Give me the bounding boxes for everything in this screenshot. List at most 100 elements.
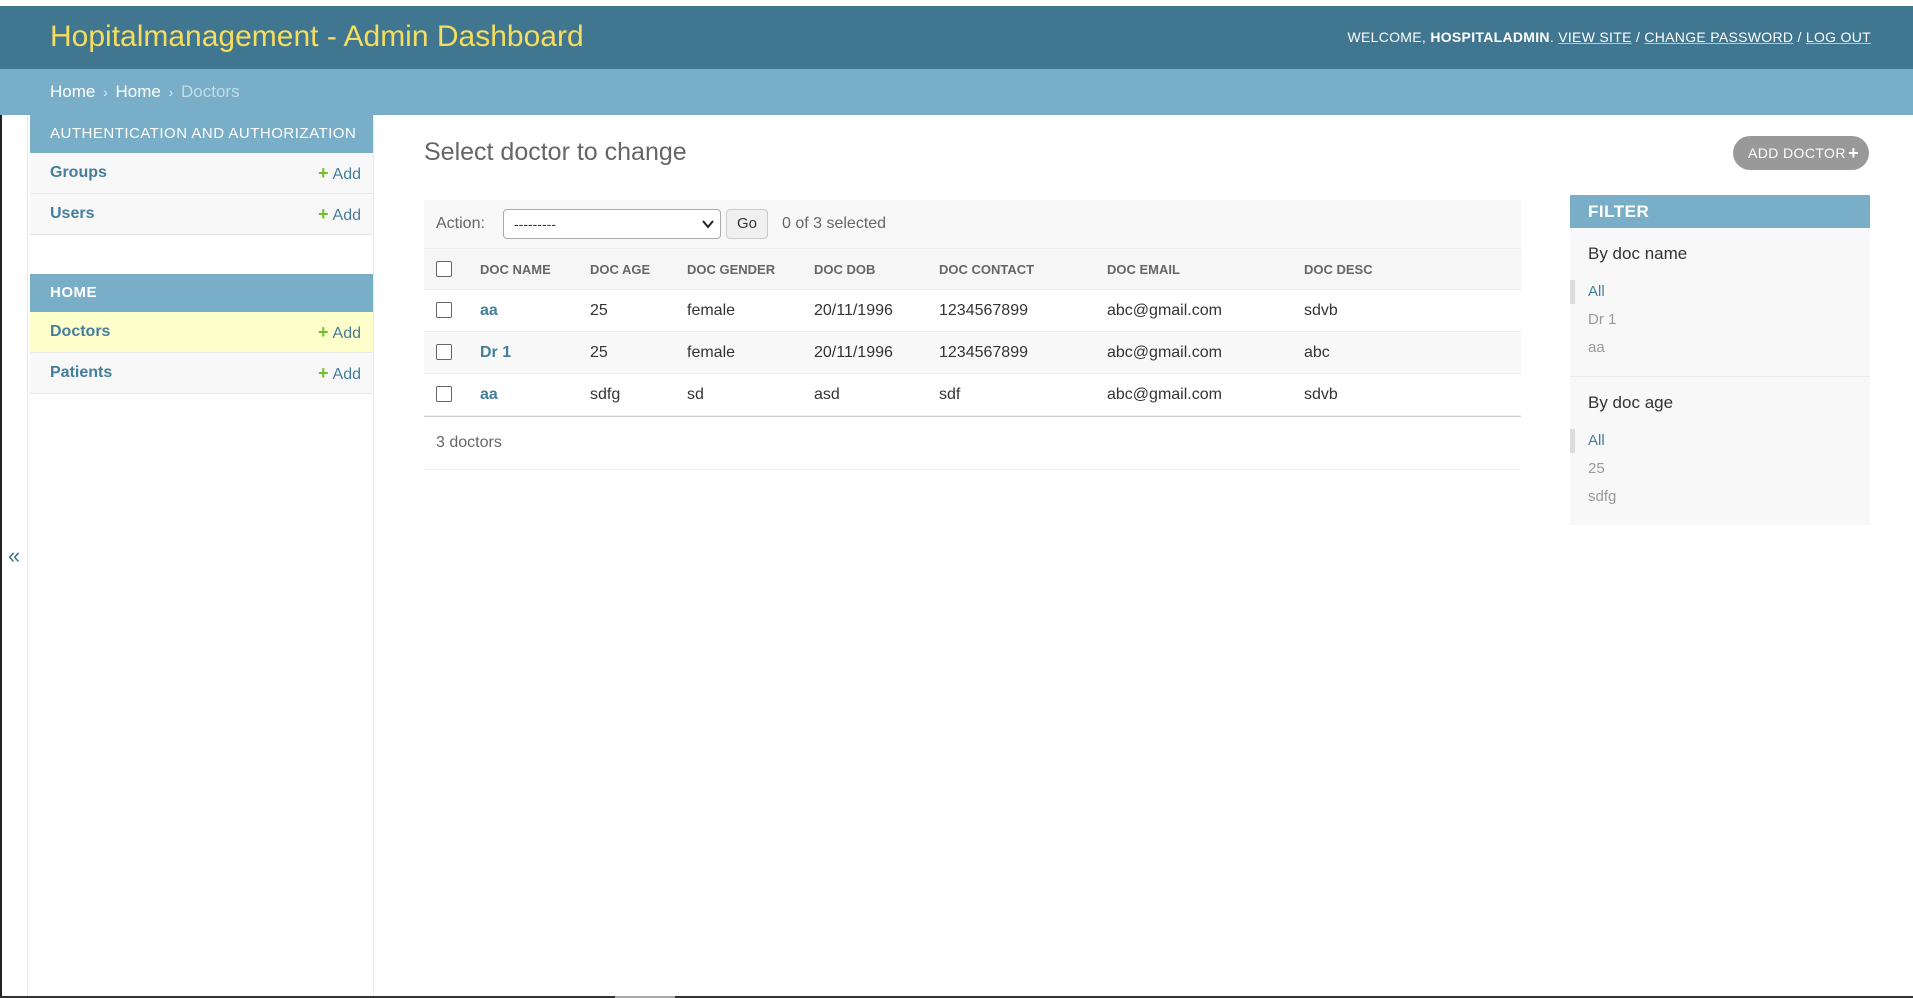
log-out-link[interactable]: LOG OUT xyxy=(1806,29,1871,45)
cell-doc-contact: sdf xyxy=(927,373,1095,416)
table-row: Dr 1 25 female 20/11/1996 1234567899 abc… xyxy=(424,331,1521,374)
row-checkbox[interactable] xyxy=(436,302,452,319)
cell-doc-gender: female xyxy=(675,289,802,332)
table-row: aa sdfg sd asd sdf abc@gmail.com sdvb xyxy=(424,373,1521,416)
change-password-link[interactable]: CHANGE PASSWORD xyxy=(1644,29,1793,45)
header: Hopitalmanagement - Admin Dashboard WELC… xyxy=(0,6,1913,69)
sidebar-item-groups: Groups + Add xyxy=(30,153,373,194)
doctor-link[interactable]: aa xyxy=(480,386,498,403)
filter-option-all[interactable]: All xyxy=(1570,427,1870,455)
column-header-doc-desc[interactable]: DOC DESC xyxy=(1292,248,1521,290)
add-user-link[interactable]: + Add xyxy=(318,194,361,236)
sidebar-item-patients: Patients + Add xyxy=(30,353,373,394)
actions-bar: Action: --------- Go 0 of 3 selected xyxy=(424,200,1521,248)
filter-panel: FILTER By doc name All Dr 1 aa By doc ag… xyxy=(1570,195,1870,525)
row-checkbox[interactable] xyxy=(436,344,452,361)
action-label: Action: xyxy=(436,215,485,232)
site-title[interactable]: Hopitalmanagement - Admin Dashboard xyxy=(50,20,584,54)
breadcrumb-app-home[interactable]: Home xyxy=(116,82,161,101)
module-caption-home[interactable]: HOME xyxy=(30,274,373,312)
sidebar-link-patients[interactable]: Patients xyxy=(50,353,112,393)
table-header-row: DOC NAME DOC AGE DOC GENDER DOC DOB DOC … xyxy=(424,248,1521,290)
cell-doc-gender: sd xyxy=(675,373,802,416)
cell-doc-desc: sdvb xyxy=(1292,289,1521,332)
filter-title: FILTER xyxy=(1570,195,1870,228)
action-select[interactable]: --------- xyxy=(503,209,721,239)
cell-doc-age: 25 xyxy=(578,289,675,332)
collapse-sidebar-icon[interactable]: « xyxy=(8,543,20,569)
breadcrumb-home[interactable]: Home xyxy=(50,82,95,101)
doctor-link[interactable]: Dr 1 xyxy=(480,344,511,361)
filter-option[interactable]: Dr 1 xyxy=(1588,306,1870,334)
column-header-doc-name[interactable]: DOC NAME xyxy=(468,248,578,290)
separator: / xyxy=(1635,29,1641,45)
row-checkbox-cell xyxy=(424,331,468,374)
add-patient-link[interactable]: + Add xyxy=(318,353,361,395)
view-site-link[interactable]: VIEW SITE xyxy=(1558,29,1632,45)
sidebar-link-users[interactable]: Users xyxy=(50,194,94,234)
sidebar-link-groups[interactable]: Groups xyxy=(50,153,107,193)
module-caption-auth[interactable]: AUTHENTICATION AND AUTHORIZATION xyxy=(30,115,373,153)
row-checkbox[interactable] xyxy=(436,386,452,403)
cell-doc-gender: female xyxy=(675,331,802,374)
cell-doc-email: abc@gmail.com xyxy=(1095,331,1292,374)
filter-group-doc-name: By doc name All Dr 1 aa xyxy=(1570,228,1870,377)
results-table: DOC NAME DOC AGE DOC GENDER DOC DOB DOC … xyxy=(424,248,1521,416)
filter-group-title: By doc age xyxy=(1588,393,1674,412)
column-header-doc-dob[interactable]: DOC DOB xyxy=(802,248,927,290)
cell-doc-contact: 1234567899 xyxy=(927,331,1095,374)
sidebar-link-doctors[interactable]: Doctors xyxy=(50,312,110,352)
sidebar-item-users: Users + Add xyxy=(30,194,373,235)
filter-option[interactable]: 25 xyxy=(1588,455,1870,483)
plus-icon: + xyxy=(318,322,329,342)
table-row: aa 25 female 20/11/1996 1234567899 abc@g… xyxy=(424,289,1521,332)
welcome-text: WELCOME, xyxy=(1347,29,1427,45)
cell-doc-desc: sdvb xyxy=(1292,373,1521,416)
plus-icon: + xyxy=(318,204,329,224)
row-checkbox-cell xyxy=(424,289,468,332)
filter-group-title: By doc name xyxy=(1588,244,1688,263)
breadcrumb-separator: › xyxy=(103,84,108,100)
add-label: Add xyxy=(332,166,361,183)
separator: / xyxy=(1797,29,1802,45)
plus-icon: + xyxy=(1848,143,1859,163)
filter-option-all[interactable]: All xyxy=(1570,278,1870,306)
changelist: Action: --------- Go 0 of 3 selected DOC… xyxy=(424,200,1521,470)
cell-doc-age: 25 xyxy=(578,331,675,374)
add-label: Add xyxy=(332,325,361,342)
column-header-doc-age[interactable]: DOC AGE xyxy=(578,248,675,290)
column-header-doc-gender[interactable]: DOC GENDER xyxy=(675,248,802,290)
cell-doc-contact: 1234567899 xyxy=(927,289,1095,332)
sidebar: AUTHENTICATION AND AUTHORIZATION Groups … xyxy=(30,115,374,998)
go-button[interactable]: Go xyxy=(726,209,768,239)
column-header-doc-email[interactable]: DOC EMAIL xyxy=(1095,248,1292,290)
select-all-checkbox[interactable] xyxy=(436,261,452,278)
cell-doc-desc: abc xyxy=(1292,331,1521,374)
cell-doc-email: abc@gmail.com xyxy=(1095,373,1292,416)
add-label: Add xyxy=(332,366,361,383)
chevron-down-icon xyxy=(702,210,714,247)
cell-doc-dob: asd xyxy=(802,373,927,416)
plus-icon: + xyxy=(318,363,329,383)
breadcrumb-current: Doctors xyxy=(181,82,240,101)
sidebar-toggle[interactable]: « xyxy=(0,115,28,998)
add-doctor-button[interactable]: ADD DOCTOR + xyxy=(1733,136,1869,170)
add-group-link[interactable]: + Add xyxy=(318,153,361,195)
cell-doc-dob: 20/11/1996 xyxy=(802,331,927,374)
add-label: Add xyxy=(332,207,361,224)
column-header-doc-contact[interactable]: DOC CONTACT xyxy=(927,248,1095,290)
add-doctor-link[interactable]: + Add xyxy=(318,312,361,354)
cell-doc-email: abc@gmail.com xyxy=(1095,289,1292,332)
selection-counter: 0 of 3 selected xyxy=(782,215,887,232)
filter-group-doc-age: By doc age All 25 sdfg xyxy=(1570,377,1870,525)
username: HOSPITALADMIN xyxy=(1430,29,1550,45)
cell-doc-age: sdfg xyxy=(578,373,675,416)
doctor-link[interactable]: aa xyxy=(480,302,498,319)
breadcrumb: Home › Home › Doctors xyxy=(0,69,1913,115)
filter-option[interactable]: aa xyxy=(1588,334,1870,362)
paginator: 3 doctors xyxy=(424,416,1521,470)
sidebar-item-doctors: Doctors + Add xyxy=(30,312,373,353)
filter-option[interactable]: sdfg xyxy=(1588,483,1870,511)
user-tools: WELCOME, HOSPITALADMIN. VIEW SITE / CHAN… xyxy=(1347,29,1871,45)
plus-icon: + xyxy=(318,163,329,183)
